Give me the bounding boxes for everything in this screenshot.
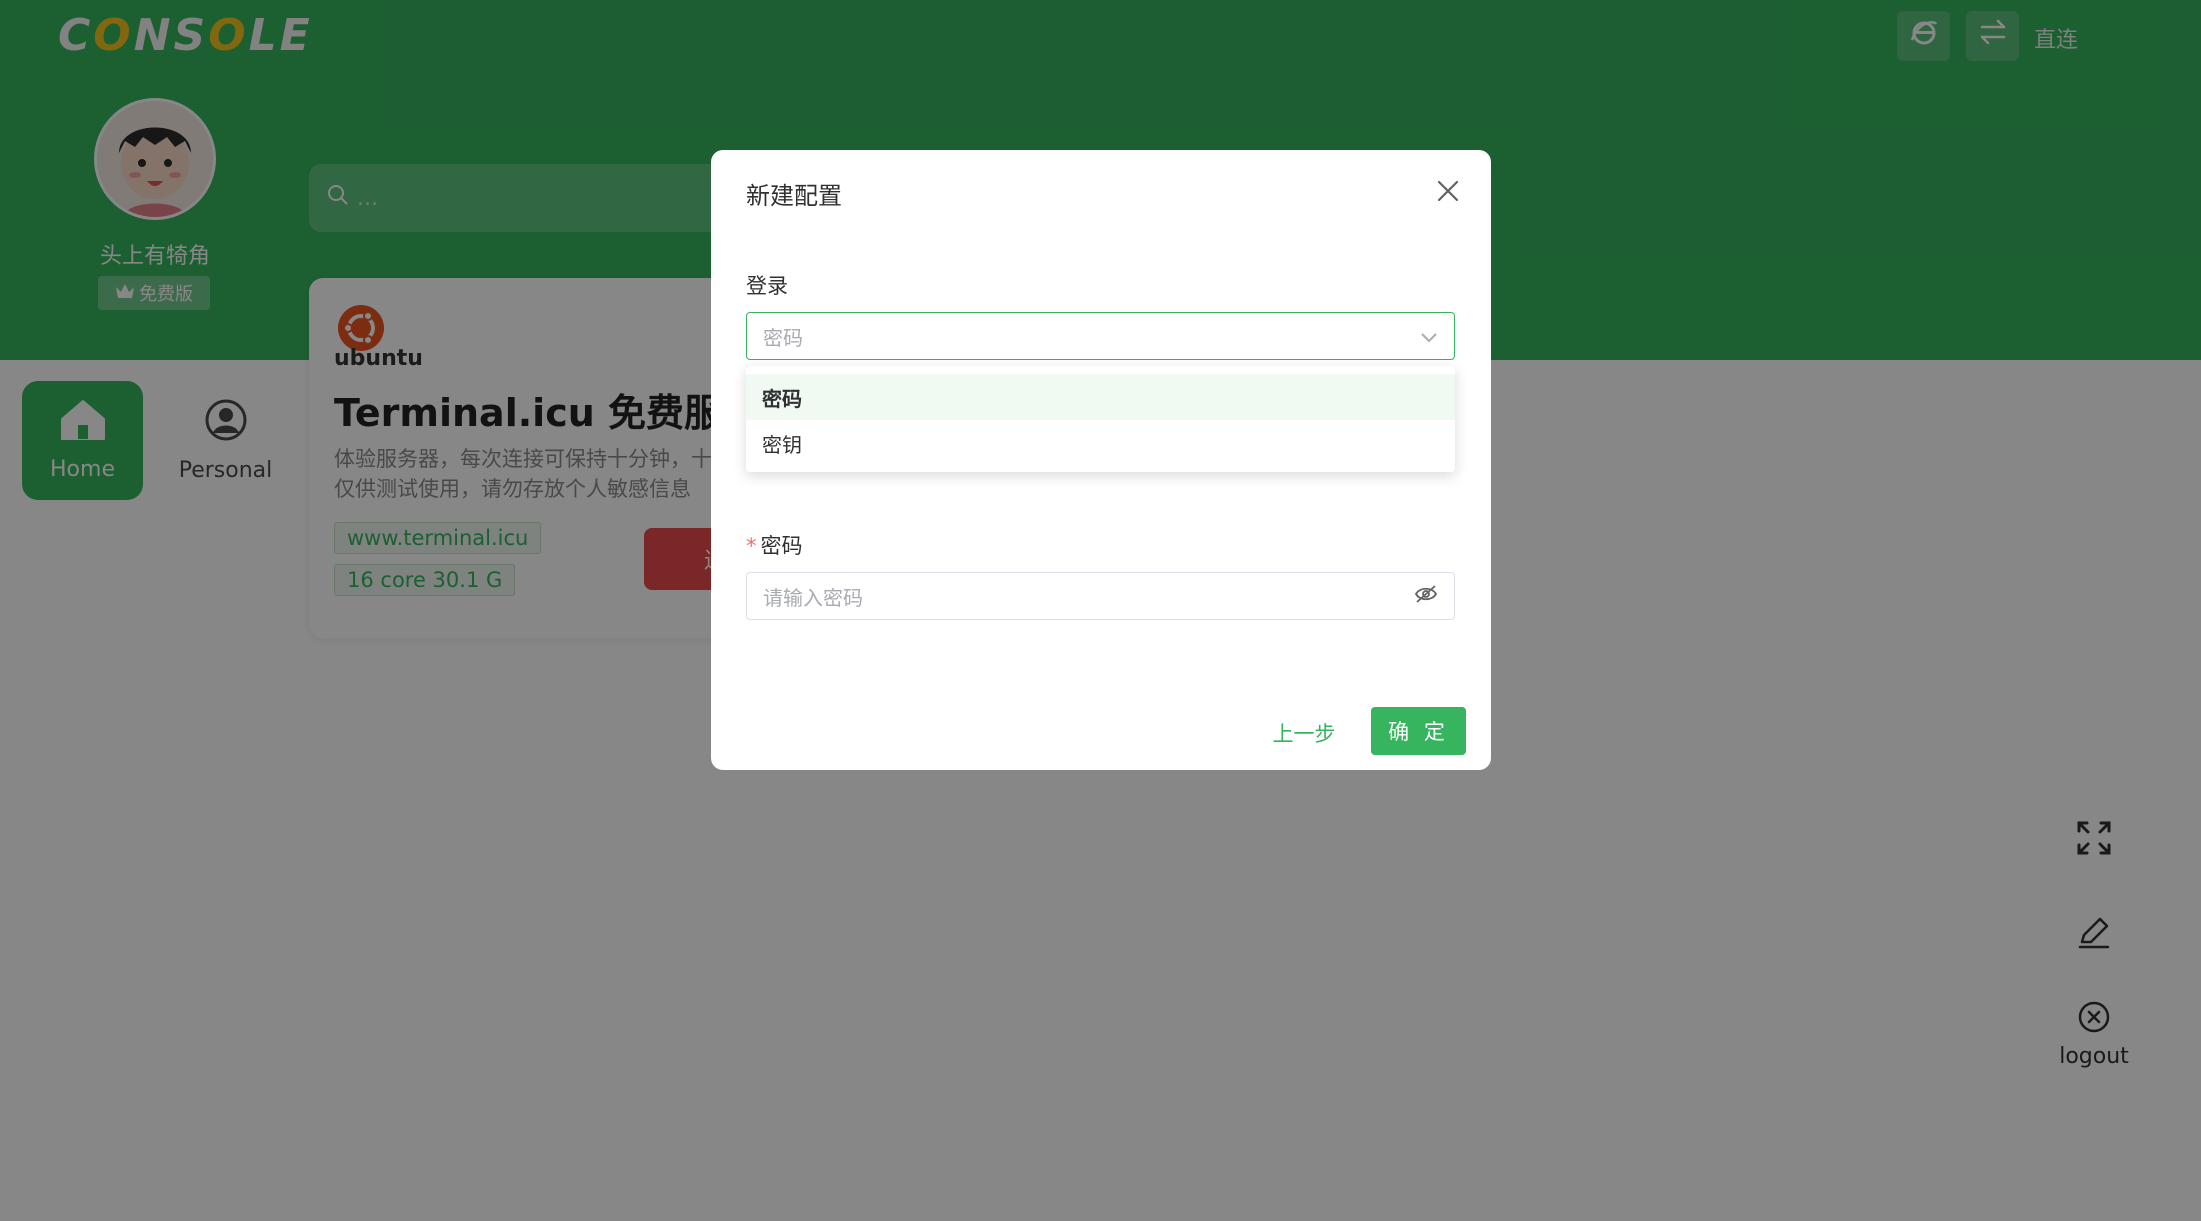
option-password[interactable]: 密码 [746,374,1455,420]
option-key[interactable]: 密钥 [746,420,1455,466]
chevron-down-icon [1420,324,1438,348]
password-field[interactable]: 请输入密码 [746,572,1455,620]
dialog-title: 新建配置 [746,182,842,210]
required-asterisk: * [746,534,757,558]
password-placeholder: 请输入密码 [763,585,863,610]
login-label: 登录 [746,274,788,298]
eye-hidden-icon[interactable] [1414,584,1438,609]
login-method-value: 密码 [763,325,803,350]
login-method-dropdown: 密码 密钥 [746,366,1455,472]
password-label: * 密码 [746,534,803,558]
close-button[interactable] [1433,178,1463,208]
close-icon [1437,180,1459,206]
confirm-button[interactable]: 确 定 [1371,707,1466,755]
login-method-select[interactable]: 密码 [746,312,1455,360]
previous-step-button[interactable]: 上一步 [1259,710,1349,756]
